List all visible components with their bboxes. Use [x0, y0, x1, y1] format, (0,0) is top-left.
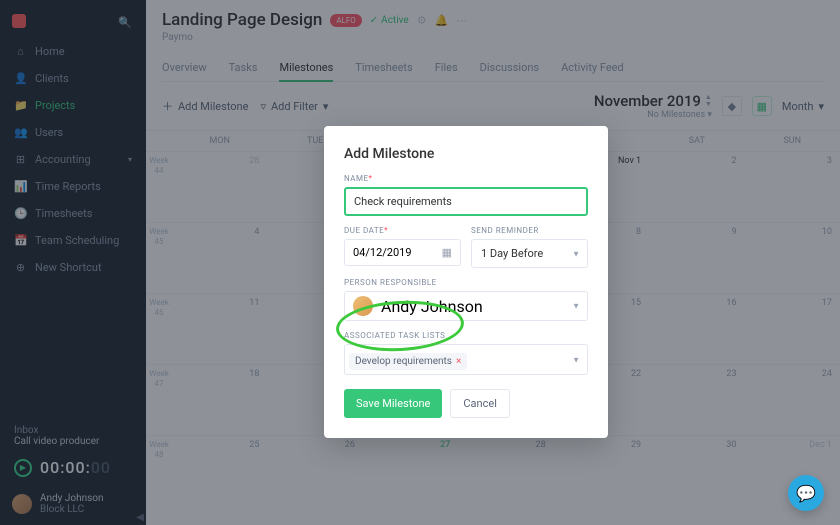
chevron-down-icon: ▼ — [572, 302, 580, 311]
chevron-down-icon: ▼ — [572, 249, 580, 258]
tasklist-select[interactable]: Develop requirements × — [344, 344, 588, 375]
person-select[interactable]: Andy Johnson — [344, 291, 588, 321]
save-button[interactable]: Save Milestone — [344, 389, 442, 418]
calendar-picker-icon[interactable]: ▦ — [442, 246, 452, 259]
add-milestone-modal: Add Milestone NAME* DUE DATE* 04/12/2019… — [324, 126, 608, 438]
tasklist-chip: Develop requirements × — [349, 353, 467, 370]
reminder-select[interactable]: 1 Day Before — [471, 239, 588, 268]
chat-widget[interactable]: 💬 — [788, 475, 824, 511]
name-input[interactable] — [344, 187, 588, 216]
modal-title: Add Milestone — [344, 146, 588, 162]
chevron-down-icon: ▼ — [572, 355, 580, 364]
cancel-button[interactable]: Cancel — [450, 389, 509, 418]
remove-chip-icon[interactable]: × — [456, 356, 461, 367]
due-date-input[interactable]: 04/12/2019 ▦ — [344, 239, 461, 266]
avatar — [353, 296, 373, 316]
